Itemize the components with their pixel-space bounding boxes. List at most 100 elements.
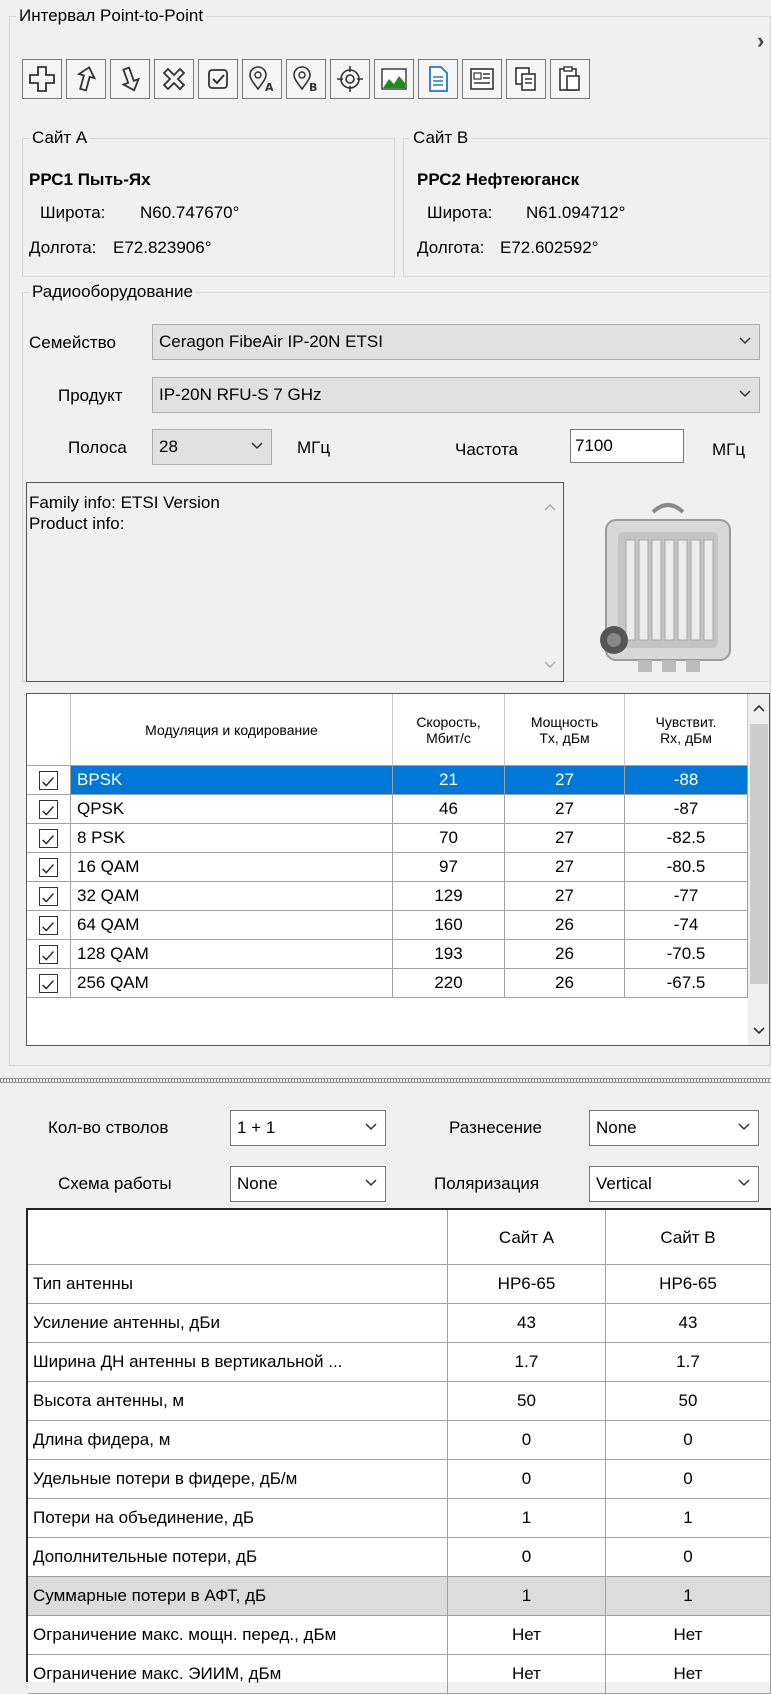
table-row[interactable]: Удельные потери в фидере, дБ/м 0 0 bbox=[28, 1460, 771, 1499]
antenna-table-header: Сайт А Сайт В bbox=[28, 1210, 771, 1265]
product-select[interactable]: IP-20N RFU-S 7 GHz bbox=[152, 377, 760, 413]
scheme-select[interactable]: None bbox=[230, 1166, 386, 1202]
power-cell: 27 bbox=[505, 853, 625, 882]
site-a-cell: 1 bbox=[448, 1577, 606, 1616]
modulation-cell: 16 QAM bbox=[71, 853, 393, 882]
move-down-button[interactable] bbox=[110, 59, 150, 99]
modulation-scrollbar[interactable] bbox=[748, 694, 769, 1045]
frequency-input[interactable]: 7100 bbox=[570, 429, 684, 463]
sensitivity-cell: -67.5 bbox=[625, 969, 748, 998]
row-checkbox[interactable] bbox=[39, 887, 58, 906]
trunks-label: Кол-во стволов bbox=[48, 1118, 169, 1137]
site-b-cell[interactable]: Нет bbox=[606, 1655, 771, 1694]
header-power[interactable]: Мощность Tx, дБм bbox=[505, 694, 625, 766]
header-site-a: Сайт А bbox=[448, 1210, 606, 1265]
site-a-cell[interactable]: 1.7 bbox=[448, 1343, 606, 1382]
row-checkbox[interactable] bbox=[39, 945, 58, 964]
diversity-select[interactable]: None bbox=[589, 1110, 759, 1146]
checkbox-cell bbox=[27, 969, 71, 998]
collapse-button[interactable]: › bbox=[757, 28, 764, 54]
site-a-cell[interactable]: 43 bbox=[448, 1304, 606, 1343]
site-b-cell[interactable]: 1.7 bbox=[606, 1343, 771, 1382]
site-a-cell[interactable]: 50 bbox=[448, 1382, 606, 1421]
report-icon bbox=[470, 68, 494, 90]
site-b-cell[interactable]: 0 bbox=[606, 1538, 771, 1577]
header-sensitivity[interactable]: Чувствит. Rx, дБм bbox=[625, 694, 748, 766]
site-b-cell[interactable]: 0 bbox=[606, 1460, 771, 1499]
site-a-cell[interactable]: Нет bbox=[448, 1616, 606, 1655]
antenna-table[interactable]: Сайт А Сайт В Тип антенны HP6-65 HP6-65 … bbox=[26, 1208, 771, 1694]
param-cell: Ограничение макс. ЭИИМ, дБм bbox=[28, 1655, 448, 1694]
speed-cell: 220 bbox=[393, 969, 505, 998]
modulation-table[interactable]: Модуляция и кодирование Скорость, Мбит/с… bbox=[26, 693, 770, 1046]
table-row[interactable]: QPSK 46 27 -87 bbox=[27, 795, 748, 824]
site-b-cell[interactable]: 0 bbox=[606, 1421, 771, 1460]
param-cell: Высота антенны, м bbox=[28, 1382, 448, 1421]
table-row[interactable]: Суммарные потери в АФТ, дБ 1 1 bbox=[28, 1577, 771, 1616]
band-value: 28 bbox=[159, 437, 178, 456]
table-row[interactable]: 256 QAM 220 26 -67.5 bbox=[27, 969, 748, 998]
site-b-pin-button[interactable]: B bbox=[286, 59, 326, 99]
site-b-cell[interactable]: 50 bbox=[606, 1382, 771, 1421]
table-row[interactable]: Потери на объединение, дБ 1 1 bbox=[28, 1499, 771, 1538]
row-checkbox[interactable] bbox=[39, 829, 58, 848]
site-a-lon-label: Долгота: bbox=[29, 238, 97, 257]
site-a-cell[interactable]: 0 bbox=[448, 1421, 606, 1460]
add-button[interactable] bbox=[22, 59, 62, 99]
table-row[interactable]: 32 QAM 129 27 -77 bbox=[27, 882, 748, 911]
profile-chart-button[interactable] bbox=[374, 59, 414, 99]
table-row[interactable]: Ограничение макс. ЭИИМ, дБм Нет Нет bbox=[28, 1655, 771, 1694]
table-row[interactable]: 64 QAM 160 26 -74 bbox=[27, 911, 748, 940]
row-checkbox[interactable] bbox=[39, 916, 58, 935]
row-checkbox[interactable] bbox=[39, 800, 58, 819]
table-row[interactable]: 128 QAM 193 26 -70.5 bbox=[27, 940, 748, 969]
site-b-cell[interactable]: HP6-65 bbox=[606, 1265, 771, 1304]
splitter[interactable] bbox=[0, 1078, 771, 1083]
table-row[interactable]: Высота антенны, м 50 50 bbox=[28, 1382, 771, 1421]
band-select[interactable]: 28 bbox=[152, 429, 272, 465]
report-button[interactable] bbox=[462, 59, 502, 99]
param-cell: Ограничение макс. мощн. перед., дБм bbox=[28, 1616, 448, 1655]
table-row[interactable]: 16 QAM 97 27 -80.5 bbox=[27, 853, 748, 882]
polarization-select[interactable]: Vertical bbox=[589, 1166, 759, 1202]
table-row[interactable]: Дополнительные потери, дБ 0 0 bbox=[28, 1538, 771, 1577]
family-select[interactable]: Ceragon FibeAir IP-20N ETSI bbox=[152, 324, 760, 360]
header-modulation[interactable]: Модуляция и кодирование bbox=[71, 694, 393, 766]
site-b-pin-icon: B bbox=[293, 66, 317, 94]
modulation-cell: 64 QAM bbox=[71, 911, 393, 940]
site-b-cell[interactable]: 1 bbox=[606, 1499, 771, 1538]
paste-button[interactable] bbox=[550, 59, 590, 99]
trunks-select[interactable]: 1 + 1 bbox=[230, 1110, 386, 1146]
site-b-cell[interactable]: Нет bbox=[606, 1616, 771, 1655]
row-checkbox[interactable] bbox=[39, 858, 58, 877]
site-a-cell[interactable]: 0 bbox=[448, 1460, 606, 1499]
site-a-pin-icon: A bbox=[249, 66, 274, 94]
info-scrollbar[interactable] bbox=[537, 483, 563, 681]
chevron-down-icon bbox=[365, 1179, 377, 1187]
table-row[interactable]: Ширина ДН антенны в вертикальной ... 1.7… bbox=[28, 1343, 771, 1382]
header-speed[interactable]: Скорость, Мбит/с bbox=[393, 694, 505, 766]
site-a-cell[interactable]: Нет bbox=[448, 1655, 606, 1694]
target-button[interactable] bbox=[330, 59, 370, 99]
site-b-cell[interactable]: 43 bbox=[606, 1304, 771, 1343]
move-up-button[interactable] bbox=[66, 59, 106, 99]
table-row[interactable]: 8 PSK 70 27 -82.5 bbox=[27, 824, 748, 853]
table-row[interactable]: Тип антенны HP6-65 HP6-65 bbox=[28, 1265, 771, 1304]
site-a-cell[interactable]: 1 bbox=[448, 1499, 606, 1538]
site-a-name: РРС1 Пыть-Ях bbox=[29, 170, 151, 189]
table-row[interactable]: Усиление антенны, дБи 43 43 bbox=[28, 1304, 771, 1343]
table-row[interactable]: Длина фидера, м 0 0 bbox=[28, 1421, 771, 1460]
site-a-cell[interactable]: HP6-65 bbox=[448, 1265, 606, 1304]
row-checkbox[interactable] bbox=[39, 771, 58, 790]
copy-button[interactable] bbox=[506, 59, 546, 99]
scrollbar-thumb[interactable] bbox=[750, 724, 768, 984]
delete-button[interactable] bbox=[154, 59, 194, 99]
document-button[interactable] bbox=[418, 59, 458, 99]
table-row[interactable]: Ограничение макс. мощн. перед., дБм Нет … bbox=[28, 1616, 771, 1655]
check-button[interactable] bbox=[198, 59, 238, 99]
row-checkbox[interactable] bbox=[39, 974, 58, 993]
site-a-pin-button[interactable]: A bbox=[242, 59, 282, 99]
site-a-cell[interactable]: 0 bbox=[448, 1538, 606, 1577]
table-row[interactable]: BPSK 21 27 -88 bbox=[27, 766, 748, 795]
info-textarea[interactable]: Family info: ETSI Version Product info: bbox=[26, 482, 564, 682]
